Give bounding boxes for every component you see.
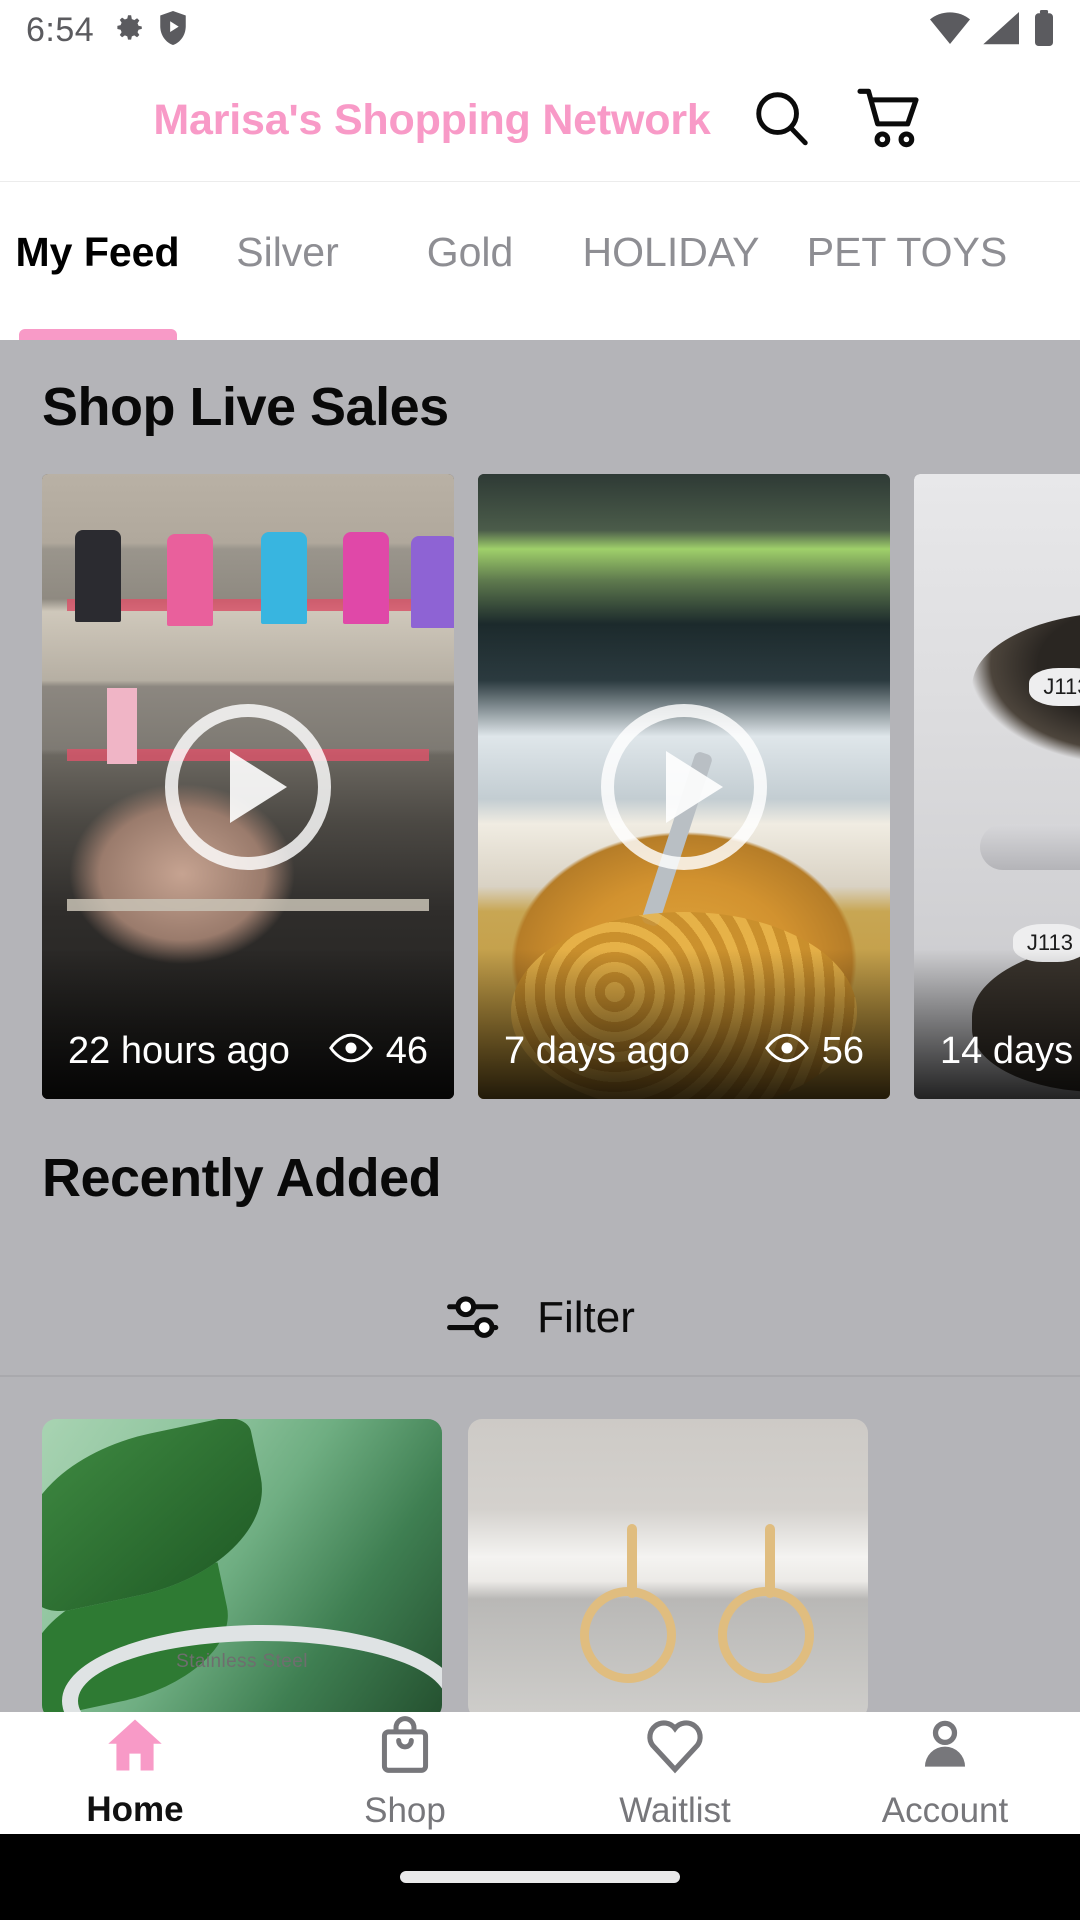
nav-item-shop[interactable]: Shop — [270, 1715, 540, 1831]
tab-label: Silver — [236, 229, 339, 275]
live-sale-card[interactable]: 22 hours ago 46 — [42, 474, 454, 1099]
eye-icon — [328, 1030, 373, 1073]
filter-button[interactable]: Filter — [0, 1261, 1080, 1377]
nav-item-label: Waitlist — [619, 1790, 731, 1830]
tab-gold[interactable]: Gold — [380, 183, 560, 340]
live-sale-timestamp: 14 days — [940, 1030, 1074, 1072]
status-bar-clock: 6:54 — [26, 10, 95, 49]
filter-sliders-icon — [445, 1290, 505, 1347]
shopping-bag-icon — [376, 1715, 434, 1779]
tab-pet-toys[interactable]: PET TOYS — [782, 183, 1032, 340]
product-card[interactable]: Stainless Steel — [42, 1419, 442, 1712]
system-navigation-bar — [0, 1834, 1080, 1920]
active-tab-indicator — [18, 329, 177, 340]
filter-label: Filter — [537, 1293, 635, 1342]
section-title: Recently Added — [42, 1148, 442, 1208]
status-bar: 6:54 — [0, 0, 1080, 60]
feed-scroll-area[interactable]: Shop Live Sales 22 hours ago 46 7 days a… — [0, 340, 1080, 1712]
home-icon — [104, 1717, 166, 1778]
eye-icon — [764, 1030, 809, 1073]
tab-label: PET TOYS — [806, 229, 1008, 275]
tab-label: HOLIDAY — [582, 229, 760, 275]
cart-icon[interactable] — [857, 86, 927, 155]
lash-label-top: J113 — [1029, 667, 1080, 706]
cellular-signal-icon — [983, 11, 1021, 51]
section-title: Shop Live Sales — [42, 377, 449, 437]
wifi-icon — [930, 11, 970, 51]
live-sale-meta: 7 days ago 56 — [478, 949, 890, 1099]
live-sale-card[interactable]: 7 days ago 56 — [478, 474, 890, 1099]
status-bar-system-icons — [930, 9, 1054, 51]
live-sale-card[interactable]: J113 J113 14 days — [914, 474, 1080, 1099]
nav-item-account[interactable]: Account — [810, 1716, 1080, 1831]
person-icon — [916, 1716, 974, 1779]
play-icon[interactable] — [601, 703, 767, 870]
shield-play-icon — [160, 10, 186, 50]
nav-item-label: Home — [86, 1789, 184, 1829]
product-card[interactable] — [468, 1419, 868, 1712]
header-actions — [751, 86, 927, 155]
status-bar-notification-icons — [112, 10, 186, 50]
bottom-navigation-bar[interactable]: Home Shop Waitlist Account — [0, 1712, 1080, 1834]
product-grid[interactable]: Stainless Steel — [0, 1377, 1080, 1712]
tab-holiday[interactable]: HOLIDAY — [560, 183, 782, 340]
live-sale-meta: 14 days — [914, 949, 1080, 1099]
product-engraving-text: Stainless Steel — [176, 1651, 308, 1672]
home-gesture-pill[interactable] — [400, 1871, 680, 1883]
live-sale-timestamp: 7 days ago — [504, 1030, 690, 1072]
nav-item-home[interactable]: Home — [0, 1717, 270, 1830]
tab-label: Gold — [426, 229, 514, 275]
app-header: Marisa's Shopping Network — [0, 60, 1080, 182]
search-icon[interactable] — [751, 87, 813, 154]
live-sales-section-header: Shop Live Sales — [0, 340, 1080, 438]
live-sale-view-count: 56 — [764, 1030, 864, 1073]
tab-my-feed[interactable]: My Feed — [0, 183, 195, 340]
live-sale-meta: 22 hours ago 46 — [42, 949, 454, 1099]
play-icon[interactable] — [165, 703, 331, 870]
live-sales-carousel[interactable]: 22 hours ago 46 7 days ago 56 J11 J113 1… — [0, 474, 1080, 1099]
battery-icon — [1034, 9, 1054, 51]
nav-item-label: Account — [881, 1790, 1009, 1830]
earring-right — [718, 1524, 814, 1683]
live-sale-view-count: 46 — [328, 1030, 428, 1073]
live-sale-timestamp: 22 hours ago — [68, 1030, 290, 1072]
nav-item-waitlist[interactable]: Waitlist — [540, 1716, 810, 1831]
tab-silver[interactable]: Silver — [195, 183, 380, 340]
nav-item-label: Shop — [364, 1790, 446, 1830]
recently-added-section-header: Recently Added — [0, 1099, 1080, 1209]
earring-left — [580, 1524, 676, 1683]
gear-icon — [112, 11, 146, 50]
view-count-value: 56 — [821, 1030, 864, 1072]
view-count-value: 46 — [385, 1030, 428, 1072]
heart-icon — [644, 1716, 706, 1779]
category-tab-bar[interactable]: My Feed Silver Gold HOLIDAY PET TOYS — [0, 183, 1080, 340]
page-title: Marisa's Shopping Network — [153, 96, 711, 144]
tab-label: My Feed — [15, 229, 180, 275]
